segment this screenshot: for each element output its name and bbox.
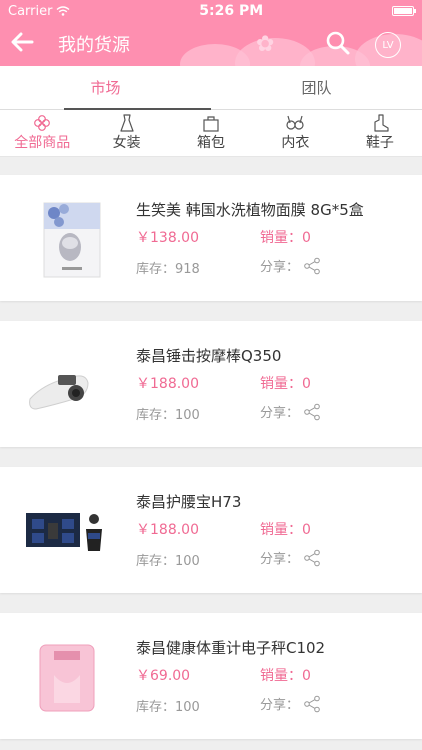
product-sales: 销量：0 xyxy=(260,522,311,538)
product-card[interactable]: 泰昌锤击按摩棒Q350 ￥188.00 销量：0 库存：100 分享： xyxy=(0,321,422,447)
product-image-scale xyxy=(24,635,110,719)
product-image-waist-belt xyxy=(24,489,110,573)
wifi-icon xyxy=(57,6,70,16)
product-share: 分享： xyxy=(260,402,321,421)
clock: 5:26 PM xyxy=(199,3,264,19)
flower-decoration-icon: ✿ xyxy=(256,32,275,57)
product-image-massager xyxy=(24,343,110,427)
category-label: 内衣 xyxy=(281,135,310,151)
category-women[interactable]: 女装 xyxy=(84,110,168,156)
product-card[interactable]: 泰昌护腰宝H73 ￥188.00 销量：0 库存：100 分享： xyxy=(0,467,422,593)
product-name: 泰昌锤击按摩棒Q350 xyxy=(136,347,282,365)
battery-icon xyxy=(391,6,416,16)
product-card[interactable]: 生笑美 韩国水洗植物面膜 8G*5盒 ￥138.00 销量：0 库存：918 分… xyxy=(0,175,422,301)
product-sales: 销量：0 xyxy=(260,230,311,246)
boot-icon xyxy=(371,114,389,132)
carrier-label: Carrier xyxy=(8,3,53,19)
product-name: 泰昌健康体重计电子秤C102 xyxy=(136,639,326,657)
product-sales: 销量：0 xyxy=(260,376,311,392)
nav-bar: 我的货源 ✿ LV xyxy=(0,22,422,66)
status-bar: Carrier 5:26 PM xyxy=(0,0,422,22)
product-sales: 销量：0 xyxy=(260,668,311,684)
category-bar: 全部商品 女装 箱包 内衣 鞋子 xyxy=(0,110,422,157)
dress-icon xyxy=(118,114,136,132)
category-underwear[interactable]: 内衣 xyxy=(253,110,337,156)
product-image-face-mask xyxy=(24,197,110,281)
category-label: 女装 xyxy=(112,135,141,151)
avatar-badge[interactable]: LV xyxy=(375,32,401,58)
product-price: ￥138.00 xyxy=(136,230,199,246)
share-icon[interactable] xyxy=(303,403,321,421)
product-price: ￥188.00 xyxy=(136,522,199,538)
page-title: 我的货源 xyxy=(58,35,130,56)
share-icon[interactable] xyxy=(303,549,321,567)
category-label: 全部商品 xyxy=(14,135,71,151)
category-all[interactable]: 全部商品 xyxy=(0,110,84,156)
tab-market[interactable]: 市场 xyxy=(0,66,211,110)
category-bags[interactable]: 箱包 xyxy=(169,110,253,156)
back-arrow-icon[interactable] xyxy=(10,31,46,57)
product-price: ￥69.00 xyxy=(136,668,191,684)
share-icon[interactable] xyxy=(303,695,321,713)
product-share: 分享： xyxy=(260,548,321,567)
product-name: 泰昌护腰宝H73 xyxy=(136,493,242,511)
product-stock: 库存：100 xyxy=(136,408,200,423)
product-list: 生笑美 韩国水洗植物面膜 8G*5盒 ￥138.00 销量：0 库存：918 分… xyxy=(0,157,422,739)
category-label: 箱包 xyxy=(197,135,226,151)
product-name: 生笑美 韩国水洗植物面膜 8G*5盒 xyxy=(136,201,364,219)
category-shoes[interactable]: 鞋子 xyxy=(338,110,422,156)
product-stock: 库存：918 xyxy=(136,262,200,277)
product-share: 分享： xyxy=(260,694,321,713)
product-stock: 库存：100 xyxy=(136,700,200,715)
share-icon[interactable] xyxy=(303,257,321,275)
segment-tabs: 市场 团队 xyxy=(0,66,422,110)
product-price: ￥188.00 xyxy=(136,376,199,392)
bra-icon xyxy=(285,114,305,132)
search-icon[interactable] xyxy=(325,30,351,60)
product-share: 分享： xyxy=(260,256,321,275)
category-label: 鞋子 xyxy=(365,135,394,151)
product-card[interactable]: 泰昌健康体重计电子秤C102 ￥69.00 销量：0 库存：100 分享： xyxy=(0,613,422,739)
bag-icon xyxy=(202,114,220,132)
product-stock: 库存：100 xyxy=(136,554,200,569)
flower-icon xyxy=(33,114,51,132)
tab-team[interactable]: 团队 xyxy=(211,66,422,109)
